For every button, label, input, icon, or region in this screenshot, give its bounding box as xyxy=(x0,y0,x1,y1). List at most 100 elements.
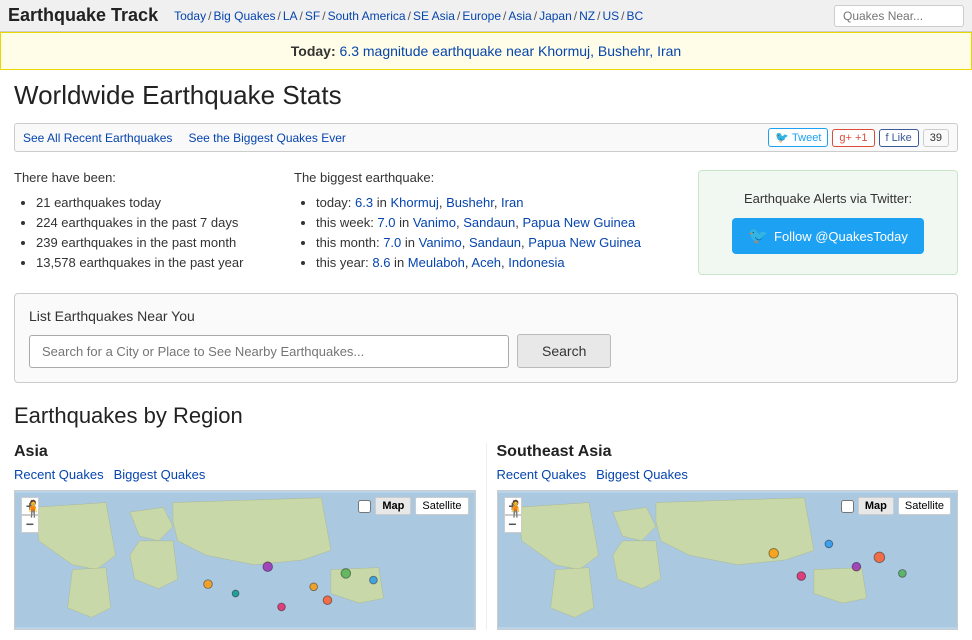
facebook-icon: f xyxy=(886,132,889,144)
nav-link-japan[interactable]: Japan xyxy=(539,9,572,23)
place-link[interactable]: Meulaboh xyxy=(408,255,465,270)
alerts-title: Earthquake Alerts via Twitter: xyxy=(744,191,912,206)
biggest-quakes-btn[interactable]: See the Biggest Quakes Ever xyxy=(188,131,345,145)
map-checkbox[interactable] xyxy=(358,500,371,513)
alert-link[interactable]: 6.3 magnitude earthquake near Khormuj, B… xyxy=(340,43,682,59)
magnitude-link[interactable]: 6.3 xyxy=(355,195,373,210)
map-type-satellite-button[interactable]: Satellite xyxy=(415,497,468,515)
map-type-satellite-button[interactable]: Satellite xyxy=(898,497,951,515)
nav-link-sf[interactable]: SF xyxy=(305,9,320,23)
all-recent-btn[interactable]: See All Recent Earthquakes xyxy=(23,131,172,145)
place-link[interactable]: Iran xyxy=(501,195,523,210)
nav-link-today[interactable]: Today xyxy=(174,9,206,23)
place-link[interactable]: Sandaun xyxy=(463,215,515,230)
place-link[interactable]: Bushehr xyxy=(446,195,494,210)
comma-sep: , xyxy=(494,195,501,210)
stats-middle: The biggest earthquake: today: 6.3 in Kh… xyxy=(294,170,698,275)
map-type-map-button[interactable]: Map xyxy=(858,497,894,515)
stats-list: 21 earthquakes today 224 earthquakes in t… xyxy=(14,195,294,270)
location-search-row: Search xyxy=(29,334,943,368)
site-title[interactable]: Earthquake Track xyxy=(8,5,158,26)
toolbar: See All Recent Earthquakes See the Bigge… xyxy=(14,123,958,152)
stats-left: There have been: 21 earthquakes today224… xyxy=(14,170,294,275)
today-label: Today: xyxy=(291,43,336,59)
biggest-prefix: this year: xyxy=(316,255,372,270)
map-type-controls: MapSatellite xyxy=(358,497,468,515)
biggest-list: today: 6.3 in Khormuj, Bushehr, Iran this… xyxy=(294,195,698,270)
earthquake-alerts-box: Earthquake Alerts via Twitter: 🐦 Follow … xyxy=(698,170,958,275)
stats-item: 224 earthquakes in the past 7 days xyxy=(36,215,294,230)
nav-separator: / xyxy=(503,9,506,23)
place-link[interactable]: Khormuj xyxy=(390,195,438,210)
map-checkbox[interactable] xyxy=(841,500,854,513)
header: Earthquake Track Today / Big Quakes / LA… xyxy=(0,0,972,32)
place-link[interactable]: Papua New Guinea xyxy=(528,235,641,250)
search-near xyxy=(834,5,964,27)
biggest-item: this week: 7.0 in Vanimo, Sandaun, Papua… xyxy=(316,215,698,230)
recent-quakes-link[interactable]: Recent Quakes xyxy=(497,467,587,482)
follow-label: Follow @QuakesToday xyxy=(774,229,908,244)
nav-link-nz[interactable]: NZ xyxy=(579,9,595,23)
location-search-title: List Earthquakes Near You xyxy=(29,308,943,324)
nav-separator: / xyxy=(322,9,325,23)
tweet-button[interactable]: 🐦 Tweet xyxy=(768,128,828,147)
biggest-item: this year: 8.6 in Meulaboh, Aceh, Indone… xyxy=(316,255,698,270)
stats-item: 21 earthquakes today xyxy=(36,195,294,210)
nav-link-se-asia[interactable]: SE Asia xyxy=(413,9,455,23)
pegman-icon[interactable]: 🧍 xyxy=(23,499,43,519)
search-button[interactable]: Search xyxy=(517,334,611,368)
biggest-prefix: today: xyxy=(316,195,355,210)
main-content: Worldwide Earthquake Stats See All Recen… xyxy=(0,70,972,640)
in-text: in xyxy=(401,235,418,250)
twitter-icon: 🐦 xyxy=(775,131,789,144)
twitter-bird-icon: 🐦 xyxy=(748,226,768,246)
in-text: in xyxy=(396,215,413,230)
regions-grid: AsiaRecent QuakesBiggest Quakes+−🧍MapSat… xyxy=(14,443,958,630)
stats-section: There have been: 21 earthquakes today224… xyxy=(14,170,958,275)
nav-separator: / xyxy=(574,9,577,23)
biggest-quakes-link[interactable]: Biggest Quakes xyxy=(596,467,688,482)
nav-separator: / xyxy=(300,9,303,23)
regions-heading: Earthquakes by Region xyxy=(14,403,958,429)
nav-link-south-america[interactable]: South America xyxy=(328,9,406,23)
place-link[interactable]: Papua New Guinea xyxy=(523,215,636,230)
like-count: 39 xyxy=(923,129,949,147)
stats-item: 239 earthquakes in the past month xyxy=(36,235,294,250)
map-type-controls: MapSatellite xyxy=(841,497,951,515)
nav-separator: / xyxy=(208,9,211,23)
social-buttons: 🐦 Tweet g+ +1 f Like 39 xyxy=(768,128,949,147)
biggest-item: today: 6.3 in Khormuj, Bushehr, Iran xyxy=(316,195,698,210)
recent-quakes-link[interactable]: Recent Quakes xyxy=(14,467,104,482)
map-container[interactable]: +−🧍MapSatellite xyxy=(14,490,476,630)
nav-link-big-quakes[interactable]: Big Quakes xyxy=(213,9,275,23)
like-button[interactable]: f Like xyxy=(879,129,919,147)
biggest-quakes-link[interactable]: Biggest Quakes xyxy=(114,467,206,482)
region-name: Southeast Asia xyxy=(497,443,959,461)
gplus-icon: g+ xyxy=(839,132,852,144)
nav-link-bc[interactable]: BC xyxy=(626,9,643,23)
in-text: in xyxy=(390,255,407,270)
map-type-map-button[interactable]: Map xyxy=(375,497,411,515)
biggest-item: this month: 7.0 in Vanimo, Sandaun, Papu… xyxy=(316,235,698,250)
follow-twitter-button[interactable]: 🐦 Follow @QuakesToday xyxy=(732,218,924,254)
nav-separator: / xyxy=(457,9,460,23)
map-container[interactable]: +−🧍MapSatellite xyxy=(497,490,959,630)
place-link[interactable]: Indonesia xyxy=(508,255,564,270)
quakes-near-input[interactable] xyxy=(834,5,964,27)
nav-link-la[interactable]: LA xyxy=(283,9,298,23)
city-search-input[interactable] xyxy=(29,335,509,368)
nav-link-asia[interactable]: Asia xyxy=(508,9,531,23)
pegman-icon[interactable]: 🧍 xyxy=(506,499,526,519)
nav-link-us[interactable]: US xyxy=(602,9,619,23)
place-link[interactable]: Sandaun xyxy=(469,235,521,250)
map-background: +−🧍MapSatellite xyxy=(498,491,958,629)
nav-link-europe[interactable]: Europe xyxy=(462,9,501,23)
magnitude-link[interactable]: 7.0 xyxy=(377,215,395,230)
place-link[interactable]: Vanimo xyxy=(413,215,456,230)
magnitude-link[interactable]: 7.0 xyxy=(383,235,401,250)
place-link[interactable]: Aceh xyxy=(471,255,501,270)
place-link[interactable]: Vanimo xyxy=(419,235,462,250)
gplus-button[interactable]: g+ +1 xyxy=(832,129,874,147)
magnitude-link[interactable]: 8.6 xyxy=(372,255,390,270)
nav-links: Today / Big Quakes / LA / SF / South Ame… xyxy=(174,9,834,23)
